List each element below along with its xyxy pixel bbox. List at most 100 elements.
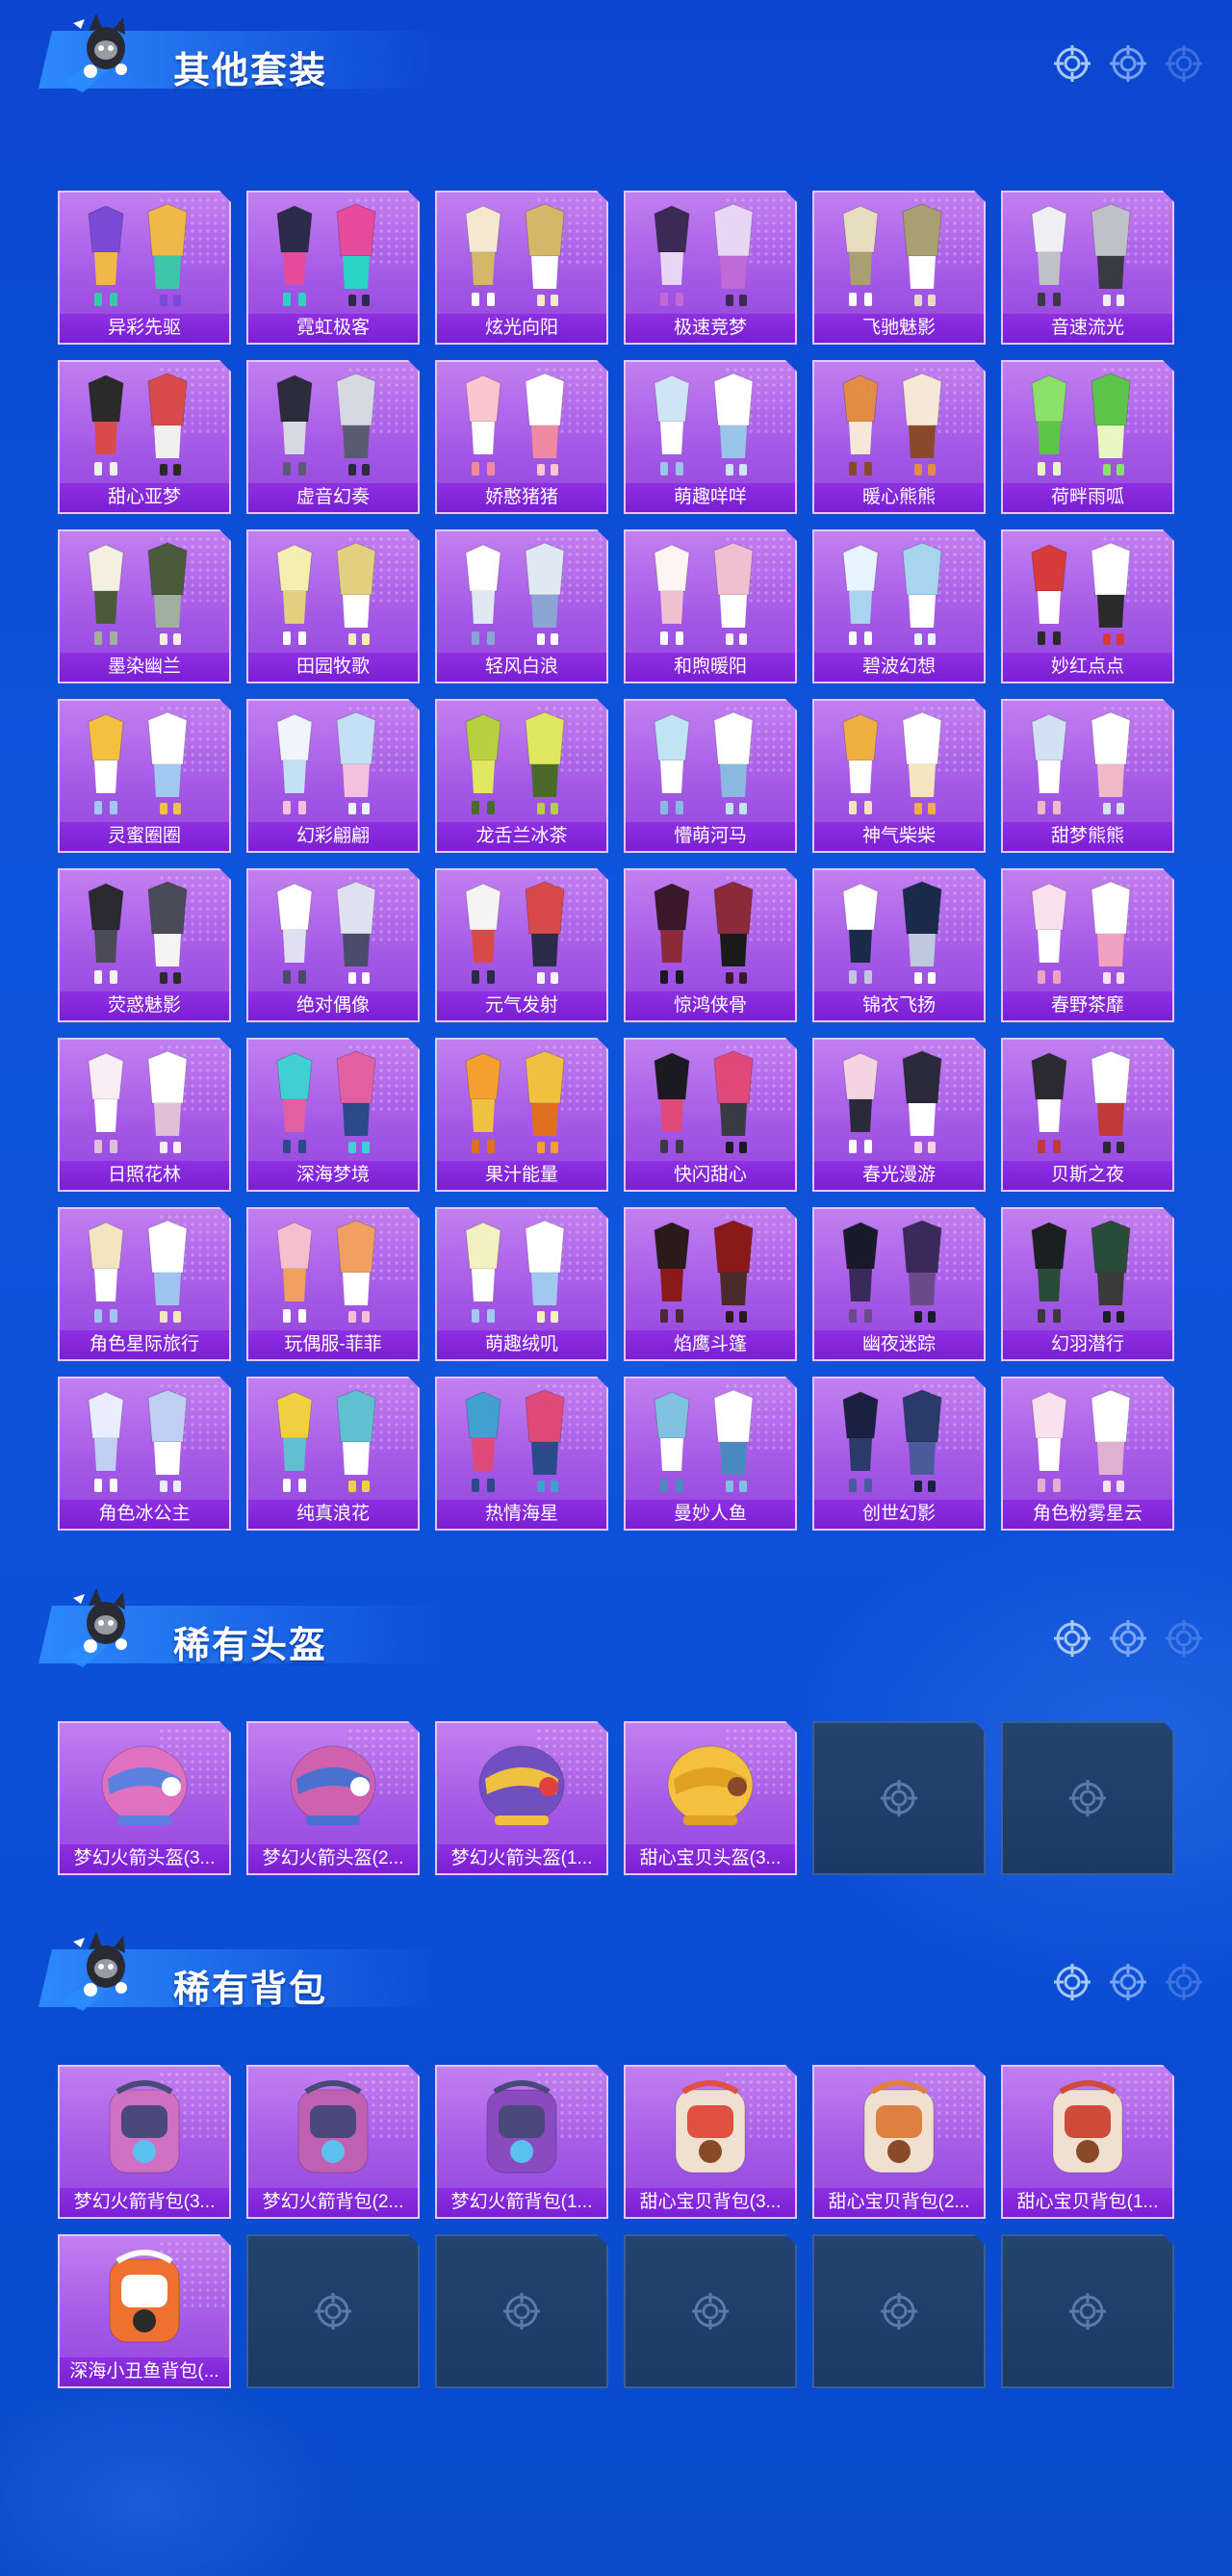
- item-card[interactable]: 锦衣飞扬: [812, 868, 986, 1022]
- item-card[interactable]: 梦幻火箭头盔(1...: [435, 1721, 608, 1875]
- item-label: 梦幻火箭头盔(2...: [248, 1844, 418, 1873]
- item-card[interactable]: 甜心宝贝背包(2...: [812, 2065, 986, 2219]
- section-header: 稀有头盔: [0, 1575, 1232, 1671]
- item-label: 梦幻火箭背包(2...: [248, 2188, 418, 2217]
- item-label: 焰鹰斗篷: [626, 1330, 795, 1359]
- item-card[interactable]: 萌趣绒叽: [435, 1207, 608, 1361]
- item-card[interactable]: 甜心宝贝头盔(3...: [624, 1721, 797, 1875]
- item-label: 绝对偶像: [248, 992, 418, 1020]
- item-card[interactable]: 妙红点点: [1001, 529, 1174, 683]
- empty-slot: [624, 2234, 797, 2388]
- item-card[interactable]: 懵萌河马: [624, 699, 797, 853]
- item-label: 梦幻火箭头盔(1...: [437, 1844, 606, 1873]
- item-card[interactable]: 飞驰魅影: [812, 191, 986, 345]
- item-label: 音速流光: [1003, 314, 1172, 343]
- outfit-preview: [276, 542, 376, 645]
- item-card[interactable]: 幻彩翩翩: [246, 699, 420, 853]
- mascot-icon: [62, 1588, 127, 1667]
- item-card[interactable]: 创世幻影: [812, 1377, 986, 1531]
- item-card[interactable]: 日照花林: [58, 1038, 231, 1192]
- outfit-preview: [654, 711, 754, 814]
- outfit-preview: [88, 1050, 188, 1153]
- empty-slot: [812, 1721, 986, 1875]
- outfit-preview: [654, 1220, 754, 1323]
- item-card[interactable]: 贝斯之夜: [1001, 1038, 1174, 1192]
- item-card[interactable]: 炫光向阳: [435, 191, 608, 345]
- item-card[interactable]: 甜心宝贝背包(3...: [624, 2065, 797, 2219]
- item-card[interactable]: 曼妙人鱼: [624, 1377, 797, 1531]
- item-card[interactable]: 甜梦熊熊: [1001, 699, 1174, 853]
- item-card[interactable]: 果汁能量: [435, 1038, 608, 1192]
- item-card[interactable]: 梦幻火箭背包(1...: [435, 2065, 608, 2219]
- section-rare-helmets: 稀有头盔 梦幻火箭头盔(3... 梦幻火箭头盔(2... 梦幻火箭头盔(1... 甜心…: [0, 1575, 1232, 1875]
- item-label: 角色星际旅行: [60, 1330, 229, 1359]
- item-label: 碧波幻想: [814, 653, 984, 682]
- item-card[interactable]: 甜心亚梦: [58, 360, 231, 514]
- item-card[interactable]: 田园牧歌: [246, 529, 420, 683]
- item-label: 热情海星: [437, 1500, 606, 1529]
- item-card[interactable]: 元气发射: [435, 868, 608, 1022]
- item-card[interactable]: 角色粉雾星云: [1001, 1377, 1174, 1531]
- item-card[interactable]: 快闪甜心: [624, 1038, 797, 1192]
- item-label: 曼妙人鱼: [626, 1500, 795, 1529]
- item-card[interactable]: 梦幻火箭头盔(2...: [246, 1721, 420, 1875]
- backpack-preview: [1052, 2080, 1123, 2174]
- item-card[interactable]: 幽夜迷踪: [812, 1207, 986, 1361]
- outfit-preview: [88, 203, 188, 306]
- item-card[interactable]: 梦幻火箭背包(3...: [58, 2065, 231, 2219]
- item-card[interactable]: 梦幻火箭背包(2...: [246, 2065, 420, 2219]
- item-card[interactable]: 异彩先驱: [58, 191, 231, 345]
- item-card[interactable]: 深海梦境: [246, 1038, 420, 1192]
- item-card[interactable]: 甜心宝贝背包(1...: [1001, 2065, 1174, 2219]
- item-card[interactable]: 焰鹰斗篷: [624, 1207, 797, 1361]
- item-card[interactable]: 萌趣咩咩: [624, 360, 797, 514]
- item-card[interactable]: 和煦暖阳: [624, 529, 797, 683]
- outfit-preview: [465, 1220, 565, 1323]
- backpack-preview: [297, 2080, 369, 2174]
- item-card[interactable]: 碧波幻想: [812, 529, 986, 683]
- crosshair-icon: [881, 2293, 917, 2330]
- item-card[interactable]: 梦幻火箭头盔(3...: [58, 1721, 231, 1875]
- crosshair-icon: [503, 2293, 540, 2330]
- outfit-preview: [654, 1050, 754, 1153]
- item-label: 日照花林: [60, 1161, 229, 1190]
- outfit-preview: [1031, 373, 1131, 476]
- outfit-preview: [465, 711, 565, 814]
- item-card[interactable]: 绝对偶像: [246, 868, 420, 1022]
- item-label: 轻风白浪: [437, 653, 606, 682]
- outfit-preview: [1031, 1050, 1131, 1153]
- item-card[interactable]: 深海小丑鱼背包(...: [58, 2234, 231, 2388]
- item-label: 贝斯之夜: [1003, 1161, 1172, 1190]
- item-card[interactable]: 热情海星: [435, 1377, 608, 1531]
- item-card[interactable]: 音速流光: [1001, 191, 1174, 345]
- outfit-preview: [842, 881, 942, 984]
- item-card[interactable]: 惊鸿侠骨: [624, 868, 797, 1022]
- item-card[interactable]: 娇憨猪猪: [435, 360, 608, 514]
- item-card[interactable]: 春野茶靡: [1001, 868, 1174, 1022]
- item-grid: 梦幻火箭头盔(3... 梦幻火箭头盔(2... 梦幻火箭头盔(1... 甜心宝贝头盔(…: [58, 1721, 1174, 1875]
- item-card[interactable]: 虚音幻奏: [246, 360, 420, 514]
- crosshair-icon: [1110, 1964, 1146, 2000]
- item-card[interactable]: 龙舌兰冰茶: [435, 699, 608, 853]
- outfit-preview: [276, 1050, 376, 1153]
- item-card[interactable]: 轻风白浪: [435, 529, 608, 683]
- item-label: 元气发射: [437, 992, 606, 1020]
- item-label: 梦幻火箭背包(1...: [437, 2188, 606, 2217]
- item-card[interactable]: 纯真浪花: [246, 1377, 420, 1531]
- item-label: 极速竞梦: [626, 314, 795, 343]
- item-card[interactable]: 春光漫游: [812, 1038, 986, 1192]
- item-card[interactable]: 角色星际旅行: [58, 1207, 231, 1361]
- item-card[interactable]: 荷畔雨呱: [1001, 360, 1174, 514]
- item-card[interactable]: 角色冰公主: [58, 1377, 231, 1531]
- item-card[interactable]: 霓虹极客: [246, 191, 420, 345]
- section-deco-icons: [1053, 1619, 1203, 1658]
- item-card[interactable]: 墨染幽兰: [58, 529, 231, 683]
- item-card[interactable]: 神气柴柴: [812, 699, 986, 853]
- item-card[interactable]: 灵蜜圈圈: [58, 699, 231, 853]
- item-card[interactable]: 玩偶服-菲菲: [246, 1207, 420, 1361]
- item-card[interactable]: 幻羽潜行: [1001, 1207, 1174, 1361]
- item-card[interactable]: 荧惑魅影: [58, 868, 231, 1022]
- item-card[interactable]: 暖心熊熊: [812, 360, 986, 514]
- item-card[interactable]: 极速竞梦: [624, 191, 797, 345]
- outfit-preview: [88, 711, 188, 814]
